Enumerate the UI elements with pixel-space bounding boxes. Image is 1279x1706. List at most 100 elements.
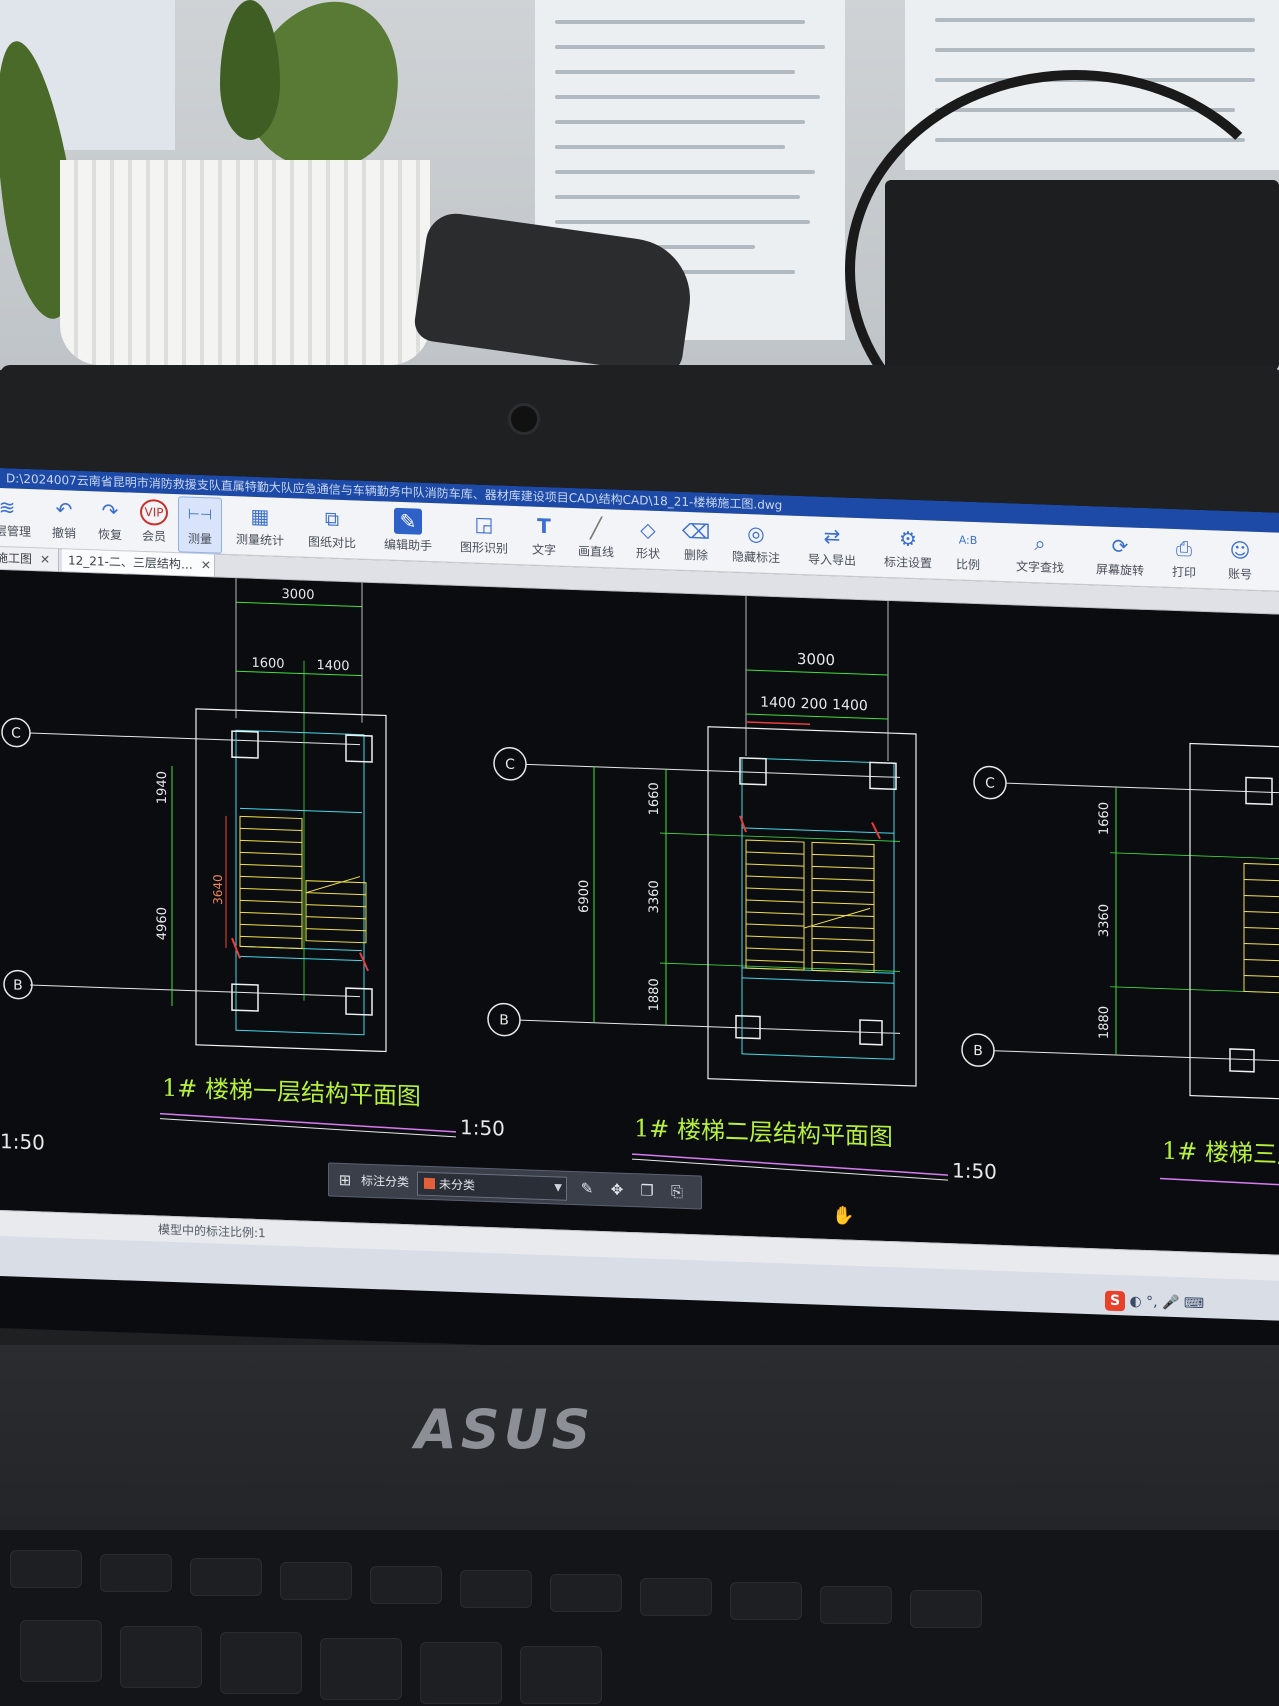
toolbar-shape-recognition-button[interactable]: ◲ 图形识别 [452, 506, 516, 562]
tab-label: 施工图 [0, 550, 33, 567]
flower-pot [60, 160, 430, 365]
column [869, 761, 897, 791]
dim-line [1110, 852, 1279, 860]
settings-icon: ⚙ [899, 526, 917, 552]
toolbar-label: 编辑助手 [383, 537, 432, 554]
dim-line [660, 832, 900, 842]
toolbar-label: 导入导出 [807, 552, 856, 568]
dim-text: 3000 [281, 587, 314, 603]
toolbar-label: 图形识别 [459, 540, 508, 556]
tab-construction-drawing[interactable]: 施工图 ✕ [0, 546, 59, 572]
stair-treads [1243, 862, 1279, 994]
axis-label-c: C [505, 757, 515, 773]
keyboard-key [910, 1590, 982, 1628]
plan-scale: 1:50 [952, 1158, 997, 1184]
keyboard-key [100, 1554, 172, 1592]
toolbar-delete-button[interactable]: ⌫ 删除 [676, 514, 716, 569]
section-mark [871, 822, 881, 840]
keyboard-key [190, 1558, 262, 1596]
cad-drawing-canvas[interactable]: C B 3000 1600 1400 1940 4960 3640 1# 楼梯一… [0, 570, 1279, 1255]
chevron-down-icon: ▼ [554, 1182, 562, 1194]
toolbar-print-button[interactable]: ⎙ 打印 [1164, 531, 1204, 586]
axis-label-b: B [13, 977, 23, 993]
grid-icon: ⊞ [338, 1170, 352, 1190]
compare-icon: ⧉ [324, 506, 340, 531]
move-icon[interactable]: ✥ [607, 1179, 627, 1200]
dim-text: 3000 [797, 650, 835, 669]
plan-scale: 1:50 [460, 1115, 505, 1141]
toolbar-undo-button[interactable]: ↶ 撤销 [44, 492, 84, 547]
punctuation-icon: °, [1146, 1294, 1158, 1311]
column [345, 734, 373, 763]
axis-label-c: C [985, 775, 995, 791]
stair-outline [1189, 742, 1279, 1100]
toolbar-label: 删除 [683, 547, 708, 563]
toolbar-scale-button[interactable]: A:B 比例 [948, 523, 988, 578]
axis-line-b [30, 984, 360, 998]
undo-icon: ↶ [55, 496, 73, 522]
microphone-icon: 🎤 [1162, 1294, 1180, 1312]
printer-icon: ⎙ [1176, 536, 1192, 561]
category-color-swatch [424, 1177, 435, 1190]
axis-label-b: B [499, 1012, 509, 1028]
toolbar-text-search-button[interactable]: ⌕ 文字查找 [1008, 525, 1072, 581]
axis-line-c [30, 732, 360, 746]
dim-text: 3640 [211, 874, 225, 905]
toolbar-label: 测量 [187, 531, 212, 547]
paste-icon[interactable]: ⎘ [667, 1181, 687, 1202]
dim-text: 1400 [760, 695, 796, 712]
copy-icon[interactable]: ❐ [637, 1180, 657, 1201]
toolbar-shape-button[interactable]: ◇ 形状 [628, 512, 668, 567]
toolbar-label: 撤销 [51, 525, 76, 541]
toolbar-annotation-settings-button[interactable]: ⚙ 标注设置 [876, 521, 940, 577]
toolbar-vip-button[interactable]: VIP 会员 [134, 495, 174, 550]
ruler-icon: ⊢⊣ [187, 506, 213, 524]
toolbar-label: 图纸对比 [307, 534, 356, 551]
toolbar-measure-stats-button[interactable]: ▦ 测量统计 [228, 498, 292, 554]
toolbar-edit-helper-button[interactable]: ✎ 编辑助手 [376, 503, 440, 559]
dim-text: 1400 [316, 658, 349, 674]
import-export-icon: ⇄ [823, 523, 841, 549]
annotation-category-select[interactable]: 未分类 ▼ [417, 1171, 567, 1201]
section-mark [739, 815, 747, 833]
toolbar-text-button[interactable]: T 文字 [524, 508, 564, 563]
toolbar-label: 图层管理 [0, 523, 31, 540]
toolbar-layer-manage-button[interactable]: ≋ 图层管理 [0, 489, 32, 545]
toolbar-label: 测量统计 [235, 532, 284, 548]
toolbar-rotate-screen-button[interactable]: ⟳ 屏幕旋转 [1088, 528, 1152, 584]
toolbar-label: 打印 [1171, 564, 1196, 580]
laptop-screen: D:\2024007云南省昆明市消防救援支队直属特勤大队应急通信与车辆勤务中队消… [0, 468, 1279, 1373]
shape-recognition-icon: ◲ [474, 511, 494, 537]
toolbar-label: 比例 [955, 557, 980, 573]
toolbar-measure-button[interactable]: ⊢⊣ 测量 [178, 496, 222, 554]
annotation-category-label: 标注分类 [361, 1173, 410, 1190]
toolbar-label: 形状 [635, 546, 660, 562]
toolbar-label: 恢复 [97, 527, 122, 543]
ime-tray[interactable]: S ◐ °, 🎤 ⌨ [1105, 1290, 1204, 1314]
dim-text: 1880 [1097, 1006, 1112, 1040]
dim-text: 1400 [832, 697, 868, 714]
toolbar-label: 隐藏标注 [731, 549, 780, 566]
keyboard-key [420, 1642, 502, 1704]
edit-icon[interactable]: ✎ [577, 1178, 597, 1199]
toolbar-line-button[interactable]: ╱ 画直线 [572, 510, 620, 566]
toolbar-compare-button[interactable]: ⧉ 图纸对比 [300, 500, 364, 556]
toolbar-account-button[interactable]: ☺ 账号 [1220, 533, 1260, 588]
edit-icon: ✎ [394, 507, 422, 535]
toolbar-import-export-button[interactable]: ⇄ 导入导出 [800, 518, 864, 574]
plan-scale-left: 1:50 [0, 1129, 45, 1155]
cad-drawing-svg[interactable]: C B 3000 1600 1400 1940 4960 3640 1# 楼梯一… [0, 570, 1279, 1255]
close-icon[interactable]: ✕ [40, 552, 50, 566]
vip-icon: VIP [140, 498, 168, 526]
dim-text: 6900 [577, 880, 592, 914]
plan-title: 1# 楼梯二层结构平面图 [634, 1114, 893, 1151]
axis-line-c [1006, 782, 1279, 794]
close-icon[interactable]: ✕ [201, 558, 211, 572]
redo-icon: ↷ [101, 498, 119, 524]
layers-icon: ≋ [0, 494, 16, 520]
dim-text: 1880 [647, 978, 662, 1012]
toolbar-redo-button[interactable]: ↷ 恢复 [90, 493, 130, 548]
toolbar-hide-annotation-button[interactable]: ◎ 隐藏标注 [724, 515, 788, 571]
beam-line [742, 827, 894, 834]
plan-title: 1# 楼梯一层结构平面图 [162, 1074, 421, 1111]
